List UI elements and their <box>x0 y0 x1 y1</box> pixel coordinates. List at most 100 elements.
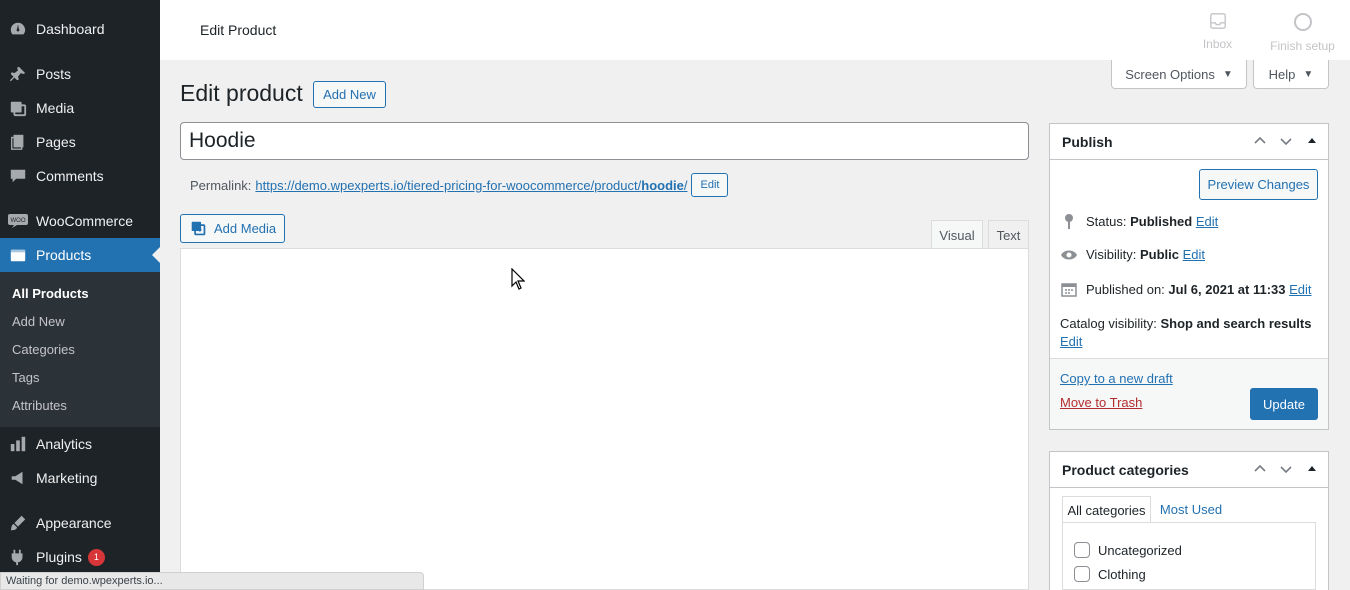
submenu-attributes[interactable]: Attributes <box>12 398 67 413</box>
status-value: Published <box>1130 213 1193 229</box>
edit-visibility-link[interactable]: Edit <box>1183 247 1205 262</box>
chevron-up-icon[interactable] <box>1252 133 1268 149</box>
category-label: Uncategorized <box>1098 542 1182 558</box>
menu-analytics[interactable]: Analytics <box>0 427 160 461</box>
permalink-base: https://demo.wpexperts.io/tiered-pricing… <box>255 177 642 193</box>
copy-draft-link[interactable]: Copy to a new draft <box>1060 371 1173 386</box>
screen-options-label: Screen Options <box>1125 66 1215 82</box>
browser-status-bar: Waiting for demo.wpexperts.io... <box>0 572 424 590</box>
inbox-label: Inbox <box>1202 37 1233 51</box>
calendar-icon <box>1060 281 1078 297</box>
menu-label: Analytics <box>36 436 93 452</box>
page-title: Edit Product <box>200 22 277 38</box>
add-media-button[interactable]: Add Media <box>180 214 285 243</box>
tab-text[interactable]: Text <box>988 220 1029 249</box>
tab-all-categories[interactable]: All categories <box>1062 496 1151 523</box>
submenu-categories[interactable]: Categories <box>12 342 75 357</box>
screen-options-button[interactable]: Screen Options ▼ <box>1111 60 1247 89</box>
menu-woocommerce[interactable]: WOO WooCommerce <box>0 204 160 238</box>
status-row: Status: Published Edit <box>1060 213 1218 229</box>
submenu-tags[interactable]: Tags <box>12 370 39 385</box>
category-clothing[interactable]: Clothing <box>1074 566 1146 582</box>
menu-media[interactable]: Media <box>0 91 160 125</box>
tab-most-used[interactable]: Most Used <box>1155 496 1227 523</box>
menu-comments[interactable]: Comments <box>0 159 160 193</box>
category-label: Clothing <box>1098 566 1146 582</box>
checkbox[interactable] <box>1074 566 1090 582</box>
menu-label: Posts <box>36 66 72 82</box>
edit-status-link[interactable]: Edit <box>1196 214 1218 229</box>
caret-down-icon: ▼ <box>1303 68 1314 80</box>
menu-label: WooCommerce <box>36 213 133 229</box>
submenu-all-products[interactable]: All Products <box>12 286 89 301</box>
products-icon <box>0 246 36 264</box>
status-label: Status: <box>1086 213 1127 229</box>
catalog-label: Catalog visibility: <box>1060 316 1157 331</box>
permalink-link[interactable]: https://demo.wpexperts.io/tiered-pricing… <box>255 178 687 193</box>
brush-icon <box>0 514 36 532</box>
permalink-label: Permalink: <box>190 177 252 193</box>
finish-setup-button[interactable]: Finish setup <box>1265 12 1340 53</box>
woocommerce-header: Edit Product Inbox Finish setup <box>160 0 1350 60</box>
help-button[interactable]: Help ▼ <box>1253 60 1329 89</box>
caret-down-icon: ▼ <box>1222 68 1233 80</box>
dashboard-icon <box>0 20 36 38</box>
preview-changes-button[interactable]: Preview Changes <box>1199 169 1318 200</box>
woo-icon: WOO <box>0 214 36 228</box>
menu-label: Pages <box>36 134 76 150</box>
progress-circle-icon <box>1265 12 1340 35</box>
active-indicator <box>152 247 160 263</box>
finish-setup-label: Finish setup <box>1270 39 1335 53</box>
category-uncategorized[interactable]: Uncategorized <box>1074 542 1182 558</box>
permalink-row: Permalink: https://demo.wpexperts.io/tie… <box>190 173 729 197</box>
chevron-down-icon[interactable] <box>1278 133 1294 149</box>
menu-pages[interactable]: Pages <box>0 125 160 159</box>
mouse-cursor-icon <box>511 268 525 290</box>
visibility-value: Public <box>1139 247 1179 262</box>
add-media-label: Add Media <box>214 221 277 236</box>
toggle-triangle-icon[interactable] <box>1304 133 1320 149</box>
major-publishing-actions: Copy to a new draft Move to Trash Update <box>1050 358 1328 429</box>
inbox-button[interactable]: Inbox <box>1195 12 1240 51</box>
menu-appearance[interactable]: Appearance <box>0 506 160 540</box>
edit-slug-button[interactable]: Edit <box>691 173 729 197</box>
menu-marketing[interactable]: Marketing <box>0 461 160 495</box>
categories-title: Product categories <box>1062 461 1189 478</box>
admin-sidebar: Dashboard Posts Media Pages Comments WOO… <box>0 0 160 590</box>
comment-icon <box>0 167 36 185</box>
publish-title: Publish <box>1062 133 1113 150</box>
menu-dashboard[interactable]: Dashboard <box>0 12 160 46</box>
pin-icon <box>1060 213 1078 229</box>
permalink-slug: hoodie <box>641 177 684 193</box>
visibility-row: Visibility: Public Edit <box>1060 247 1205 262</box>
categories-header: Product categories <box>1050 452 1328 488</box>
edit-catalog-link[interactable]: Edit <box>1060 334 1082 349</box>
catalog-value: Shop and search results <box>1160 316 1312 331</box>
menu-posts[interactable]: Posts <box>0 57 160 91</box>
publish-box: Publish Preview Changes Status: Publishe… <box>1049 123 1329 430</box>
published-label: Published on: <box>1086 281 1165 297</box>
submenu-add-new[interactable]: Add New <box>12 314 65 329</box>
tab-visual[interactable]: Visual <box>931 220 983 249</box>
toggle-triangle-icon[interactable] <box>1304 461 1320 477</box>
published-on-row: Published on: Jul 6, 2021 at 11:33 Edit <box>1060 281 1312 297</box>
update-button[interactable]: Update <box>1250 388 1318 420</box>
box-controls <box>1252 461 1320 477</box>
menu-products[interactable]: Products <box>0 238 160 272</box>
content-editor[interactable] <box>180 248 1029 590</box>
menu-label: Dashboard <box>36 21 105 37</box>
page-heading: Edit product <box>180 80 303 106</box>
move-to-trash-link[interactable]: Move to Trash <box>1060 395 1142 410</box>
menu-plugins[interactable]: Plugins 1 <box>0 540 160 574</box>
media-icon <box>0 99 36 117</box>
chevron-up-icon[interactable] <box>1252 461 1268 477</box>
catalog-visibility-row: Catalog visibility: Shop and search resu… <box>1060 315 1320 351</box>
checkbox[interactable] <box>1074 542 1090 558</box>
chevron-down-icon[interactable] <box>1278 461 1294 477</box>
published-value: Jul 6, 2021 at 11:33 <box>1168 281 1286 297</box>
add-new-button[interactable]: Add New <box>313 81 386 108</box>
menu-label: Plugins <box>36 549 82 565</box>
product-title-input[interactable] <box>180 122 1029 160</box>
visibility-label: Visibility: <box>1086 247 1137 262</box>
edit-date-link[interactable]: Edit <box>1289 282 1311 297</box>
